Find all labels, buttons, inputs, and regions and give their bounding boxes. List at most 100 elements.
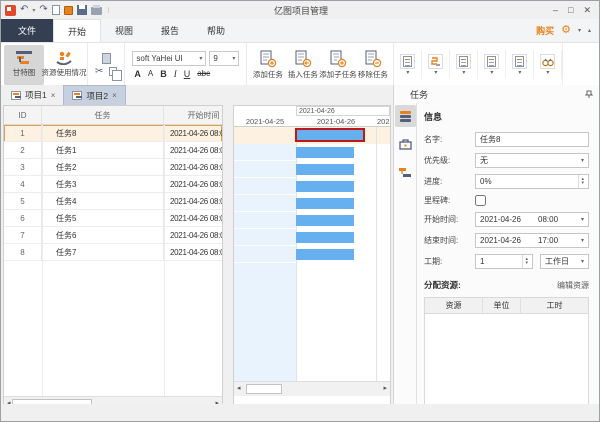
tab-help[interactable]: 帮助 (193, 19, 239, 42)
work-section-button[interactable] (395, 133, 416, 155)
remove-task-button[interactable]: 移除任务 (355, 45, 390, 85)
cut-icon[interactable]: ✂ (95, 67, 103, 77)
font-size-select[interactable]: 9 ▾ (209, 51, 239, 66)
copy-icon[interactable] (109, 67, 117, 76)
gantt-bar[interactable] (296, 215, 354, 226)
gantt-bar[interactable] (296, 164, 354, 175)
chevron-down-icon: ▾ (406, 69, 409, 76)
progress-stepper[interactable]: 0% ▴ ▾ (475, 174, 589, 189)
col-header-hours[interactable]: 工时 (521, 298, 588, 313)
col-header-task[interactable]: 任务 (42, 106, 164, 124)
gantt-bar[interactable] (296, 198, 354, 209)
doc-tab-project2[interactable]: 项目2 × (63, 85, 125, 105)
undo-dropdown-icon[interactable]: ▾ (32, 7, 35, 14)
name-input[interactable]: 任务8 (475, 132, 589, 147)
scroll-right-icon[interactable]: ▸ (383, 384, 387, 392)
customize-toolbar-icon[interactable]: ⋮ (106, 7, 112, 14)
ribbon-dropdown-5[interactable]: ▾ (506, 50, 534, 79)
links-section-button[interactable] (395, 161, 416, 183)
col-header-start[interactable]: 开始时间 (164, 106, 223, 124)
ribbon-dropdown-3[interactable]: ▾ (450, 50, 478, 79)
table-row[interactable]: 1 任务8 2021-04-26 08:00 (4, 125, 222, 142)
tab-file[interactable]: 文件 (1, 19, 53, 42)
add-task-button[interactable]: 添加任务 (250, 45, 285, 85)
duration-stepper[interactable]: 1 ▴ ▾ (475, 254, 533, 269)
gantt-bar[interactable] (296, 181, 354, 192)
spinner-icons[interactable]: ▴ ▾ (578, 175, 584, 188)
minimize-button[interactable]: – (553, 5, 558, 16)
table-row[interactable]: 5 任务4 2021-04-26 08:00 (4, 193, 222, 210)
row-id: 4 (4, 176, 42, 193)
ribbon-dropdown-6[interactable]: ▾ (534, 50, 562, 79)
add-subtask-button[interactable]: 添加子任务 (320, 45, 355, 85)
col-header-id[interactable]: ID (4, 106, 42, 124)
tab-view[interactable]: 视图 (101, 19, 147, 42)
gantt-bar-selected[interactable] (295, 128, 365, 142)
settings-dropdown-icon[interactable]: ▾ (578, 27, 581, 34)
new-document-icon[interactable] (52, 5, 60, 15)
underline-button[interactable]: U (184, 69, 191, 79)
ribbon-dropdown-4[interactable]: ▾ (478, 50, 506, 79)
edit-resources-link[interactable]: 编辑资源 (557, 280, 589, 291)
close-tab-icon[interactable]: × (112, 91, 117, 100)
maximize-button[interactable]: □ (568, 5, 573, 16)
pin-icon[interactable] (585, 90, 593, 99)
col-header-unit[interactable]: 单位 (483, 298, 521, 313)
milestone-checkbox[interactable] (475, 195, 486, 206)
gantt-bar[interactable] (296, 232, 354, 243)
resources-table-body[interactable] (425, 314, 588, 413)
gantt-view-button[interactable]: 甘特图 (4, 45, 44, 85)
ribbon-dropdown-1[interactable]: ▾ (394, 50, 422, 79)
gantt-bar[interactable] (296, 249, 354, 260)
table-row[interactable]: 2 任务1 2021-04-26 08:00 (4, 142, 222, 159)
gantt-horizontal-scrollbar[interactable]: ◂ ▸ (234, 381, 390, 396)
nonworking-day-shade (234, 127, 296, 381)
spin-down-icon[interactable]: ▾ (581, 181, 584, 185)
duration-unit-select[interactable]: 工作日 ▾ (540, 254, 589, 269)
start-time-picker[interactable]: 2021-04-26 08:00 ▾ (475, 212, 589, 227)
table-row[interactable]: 8 任务7 2021-04-26 08:00 (4, 244, 222, 261)
table-row[interactable]: 6 任务5 2021-04-26 08:00 (4, 210, 222, 227)
clipboard-group: ✂ (88, 43, 125, 86)
shrink-font-button[interactable]: A (148, 69, 153, 79)
gear-icon[interactable]: ⚙ (561, 25, 571, 36)
scroll-left-icon[interactable]: ◂ (237, 384, 241, 392)
redo-button[interactable]: ↷ (39, 5, 47, 15)
font-family-select[interactable]: soft YaHei UI ▾ (132, 51, 206, 66)
close-button[interactable]: ✕ (583, 5, 591, 16)
resource-usage-icon (56, 51, 72, 65)
bold-button[interactable]: B (160, 69, 167, 79)
collapse-ribbon-icon[interactable]: ▴ (588, 27, 591, 34)
strikethrough-button[interactable]: abc (197, 69, 210, 79)
gantt-bar[interactable] (296, 147, 354, 158)
quick-access-toolbar: ↶ ▾ ↷ ⋮ (5, 5, 112, 16)
doc-tab-label: 项目2 (86, 90, 108, 102)
italic-button[interactable]: I (174, 69, 177, 79)
ribbon-dropdown-2[interactable]: ▾ (422, 50, 450, 79)
col-header-resource[interactable]: 资源 (425, 298, 483, 313)
end-time-picker[interactable]: 2021-04-26 17:00 ▾ (475, 233, 589, 248)
spinner-icons[interactable]: ▴ ▾ (522, 255, 528, 268)
spin-down-icon[interactable]: ▾ (525, 261, 528, 265)
gantt-body[interactable]: ◂ ▸ (234, 127, 390, 396)
print-icon[interactable] (91, 7, 102, 15)
format-painter-icon[interactable] (64, 6, 73, 15)
resource-usage-button[interactable]: 资源使用情况 (44, 45, 84, 85)
undo-button[interactable]: ↶ (20, 5, 28, 15)
table-row[interactable]: 3 任务2 2021-04-26 08:00 (4, 159, 222, 176)
info-section-button[interactable] (395, 105, 416, 127)
buy-button[interactable]: 购买 (536, 24, 554, 37)
tab-home[interactable]: 开始 (53, 19, 101, 42)
tab-report[interactable]: 报告 (147, 19, 193, 42)
table-row[interactable]: 7 任务6 2021-04-26 08:00 (4, 227, 222, 244)
scrollbar-thumb[interactable] (246, 384, 282, 394)
insert-task-button[interactable]: 插入任务 (285, 45, 320, 85)
save-icon[interactable] (77, 5, 87, 15)
table-row[interactable]: 4 任务3 2021-04-26 08:00 (4, 176, 222, 193)
priority-select[interactable]: 无 ▾ (475, 153, 589, 168)
doc-tab-project1[interactable]: 项目1 × (3, 85, 63, 105)
close-tab-icon[interactable]: × (51, 91, 56, 100)
gantt-week-header: 2021-04-26 (234, 106, 390, 116)
grow-font-button[interactable]: A (134, 69, 141, 79)
paste-icon[interactable] (102, 53, 111, 64)
